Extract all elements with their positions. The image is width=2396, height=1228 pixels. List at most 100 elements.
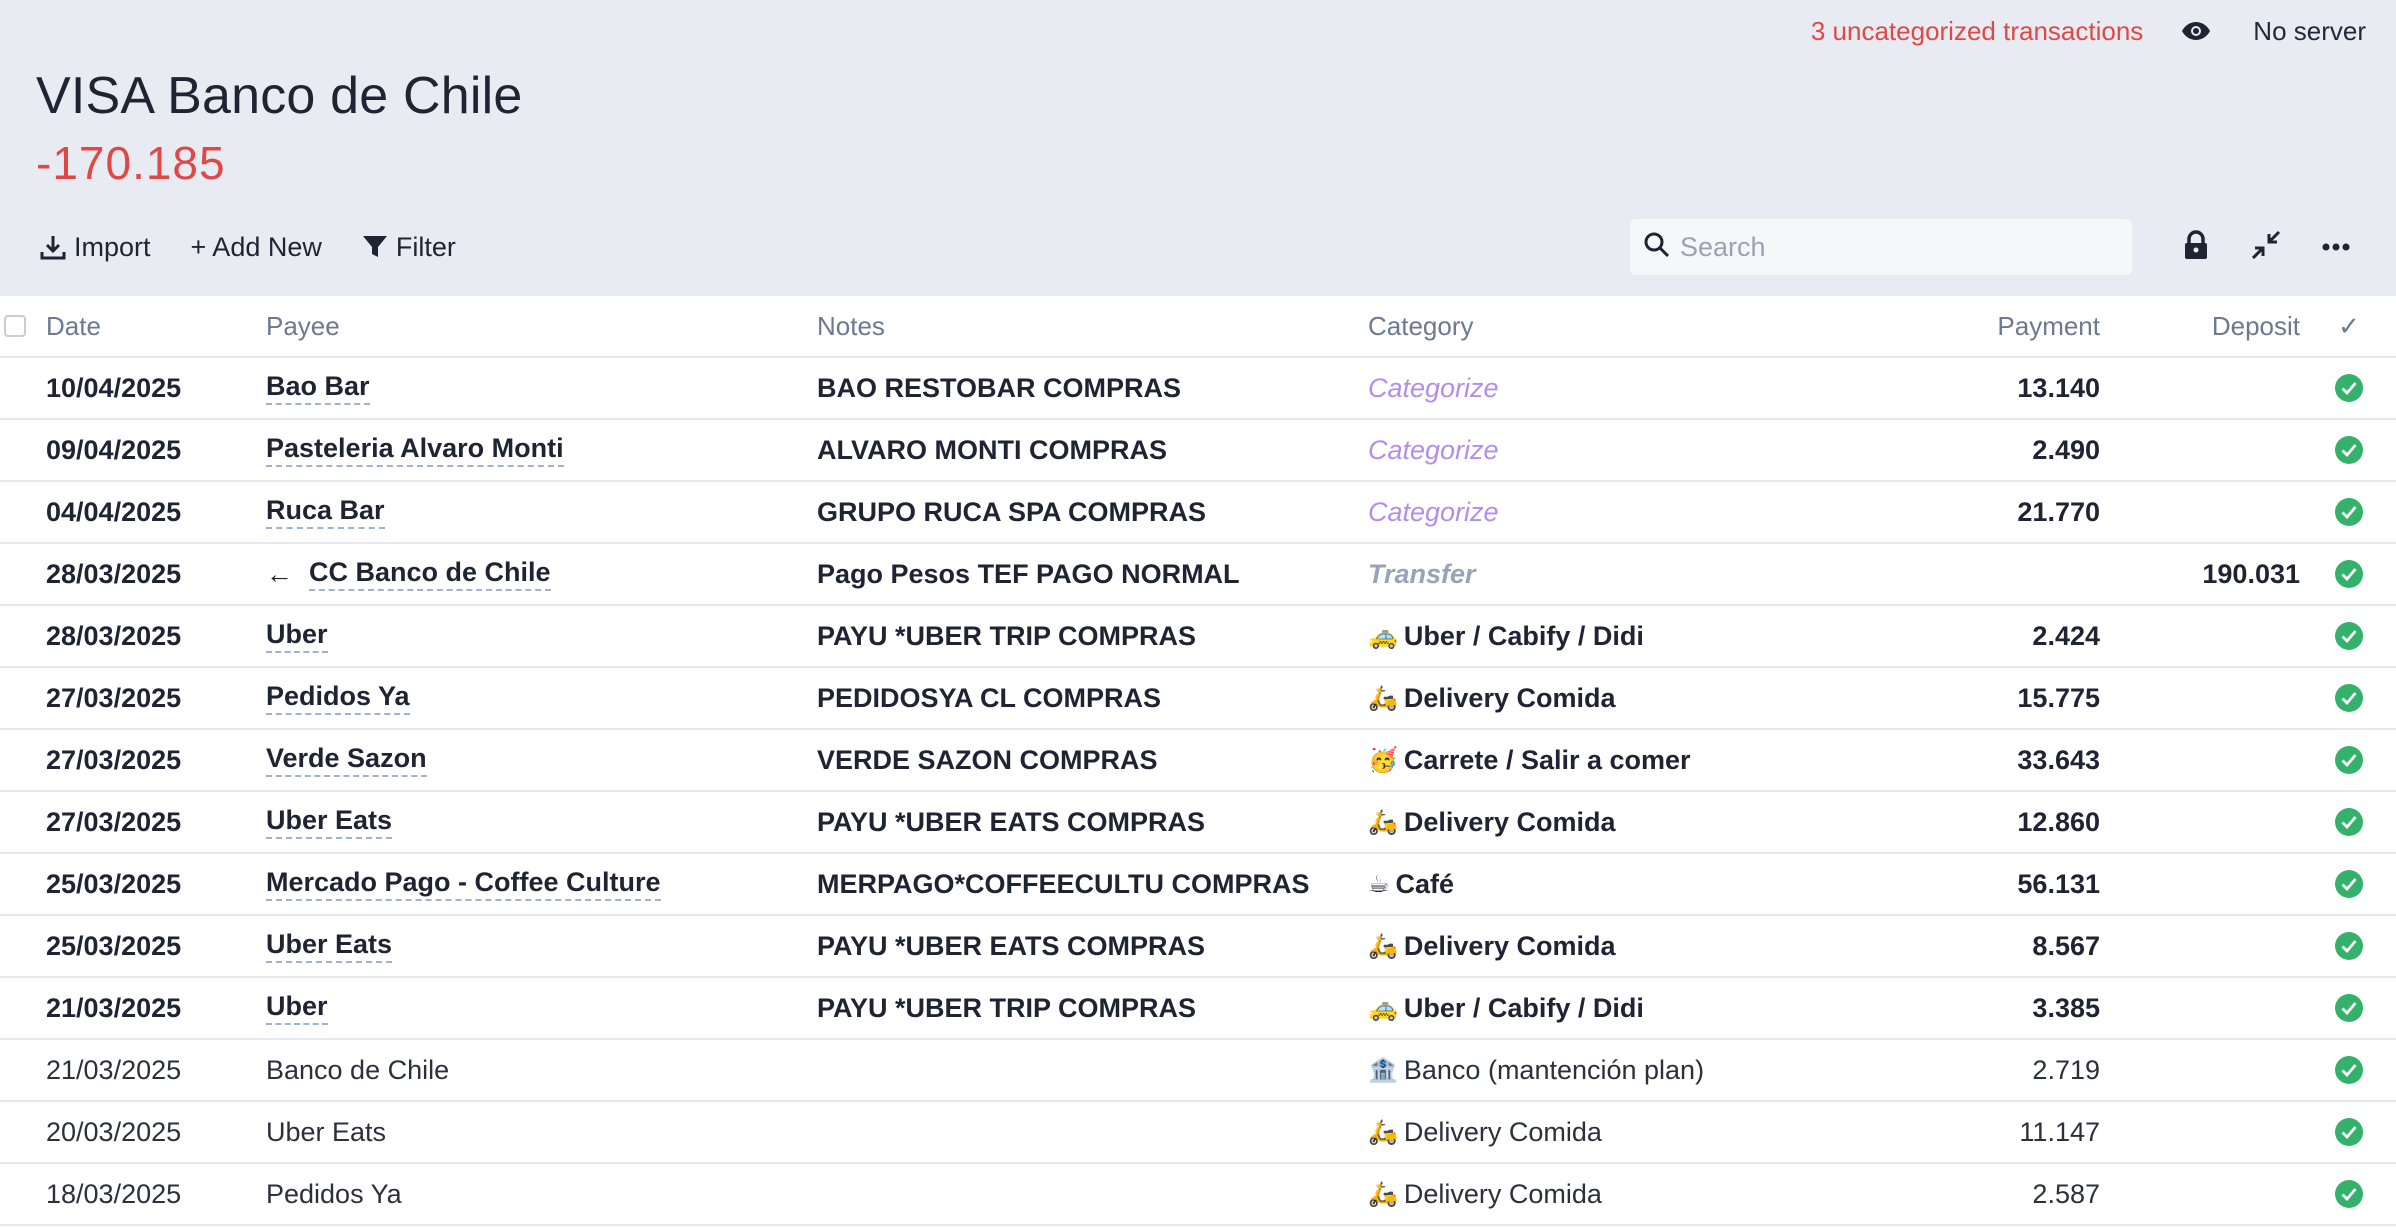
table-row[interactable]: 09/04/2025 Pasteleria Alvaro Monti ALVARO …	[0, 420, 2396, 482]
payee-cell[interactable]: Banco de Chile	[266, 1040, 806, 1100]
cleared-cell[interactable]	[2324, 358, 2374, 418]
payee-cell[interactable]: Uber	[266, 606, 806, 666]
table-row[interactable]: 21/03/2025 Uber PAYU *UBER TRIP COMPRAS 🚕 Ub…	[0, 978, 2396, 1040]
payment-cell[interactable]: 2.719	[1880, 1040, 2100, 1100]
payee-cell[interactable]: Uber Eats	[266, 916, 806, 976]
date-cell[interactable]: 18/03/2025	[46, 1164, 256, 1224]
category-cell[interactable]: Categorize	[1368, 482, 1868, 542]
cleared-cell[interactable]	[2324, 1102, 2374, 1162]
payment-cell[interactable]: 8.567	[1880, 916, 2100, 976]
header-deposit[interactable]: Deposit	[2110, 296, 2300, 356]
filter-button[interactable]: Filter	[362, 232, 456, 263]
header-payment[interactable]: Payment	[1880, 296, 2100, 356]
row-select-cell[interactable]	[4, 1102, 28, 1162]
deposit-cell[interactable]	[2110, 792, 2300, 852]
table-row[interactable]: 27/03/2025 Uber Eats PAYU *UBER EATS COMPR…	[0, 792, 2396, 854]
date-cell[interactable]: 20/03/2025	[46, 1102, 256, 1162]
table-row[interactable]: 21/03/2025 Banco de Chile 🏦 Banco (mantenci…	[0, 1040, 2396, 1102]
notes-cell[interactable]	[817, 1040, 1357, 1100]
category-cell[interactable]: Categorize	[1368, 420, 1868, 480]
notes-cell[interactable]	[817, 1102, 1357, 1162]
payment-cell[interactable]	[1880, 544, 2100, 604]
cleared-check-icon[interactable]	[2335, 374, 2363, 402]
date-cell[interactable]: 27/03/2025	[46, 730, 256, 790]
date-cell[interactable]: 27/03/2025	[46, 668, 256, 728]
category-cell[interactable]: 🛵 Delivery Comida	[1368, 1164, 1868, 1224]
deposit-cell[interactable]	[2110, 854, 2300, 914]
notes-cell[interactable]: BAO RESTOBAR COMPRAS	[817, 358, 1357, 418]
add-new-button[interactable]: + Add New	[191, 232, 322, 263]
payee-cell[interactable]: Uber	[266, 978, 806, 1038]
payment-cell[interactable]: 11.147	[1880, 1102, 2100, 1162]
payee-cell[interactable]: Ruca Bar	[266, 482, 806, 542]
deposit-cell[interactable]	[2110, 482, 2300, 542]
row-select-cell[interactable]	[4, 916, 28, 976]
header-date[interactable]: Date	[46, 296, 256, 356]
date-cell[interactable]: 10/04/2025	[46, 358, 256, 418]
payee-cell[interactable]: Uber Eats	[266, 792, 806, 852]
collapse-button[interactable]	[2236, 219, 2296, 275]
payment-cell[interactable]: 12.860	[1880, 792, 2100, 852]
payee-cell[interactable]: Pedidos Ya	[266, 1164, 806, 1224]
payment-cell[interactable]: 2.490	[1880, 420, 2100, 480]
cleared-cell[interactable]	[2324, 1164, 2374, 1224]
category-cell[interactable]: 🏦 Banco (mantención plan)	[1368, 1040, 1868, 1100]
cleared-cell[interactable]	[2324, 482, 2374, 542]
import-button[interactable]: Import	[40, 232, 151, 263]
table-row[interactable]: 28/03/2025 ← CC Banco de Chile Pago Pesos T…	[0, 544, 2396, 606]
payee-cell[interactable]: Bao Bar	[266, 358, 806, 418]
account-balance[interactable]: -170.185	[36, 136, 523, 190]
cleared-check-icon[interactable]	[2335, 870, 2363, 898]
lock-button[interactable]	[2166, 219, 2226, 275]
notes-cell[interactable]: VERDE SAZON COMPRAS	[817, 730, 1357, 790]
payee-cell[interactable]: Verde Sazon	[266, 730, 806, 790]
cleared-check-icon[interactable]	[2335, 1118, 2363, 1146]
table-row[interactable]: 27/03/2025 Verde Sazon VERDE SAZON COMPRAS…	[0, 730, 2396, 792]
table-row[interactable]: 25/03/2025 Mercado Pago - Coffee Culture M…	[0, 854, 2396, 916]
notes-cell[interactable]: MERPAGO*COFFEECULTU COMPRAS	[817, 854, 1357, 914]
category-cell[interactable]: 🥳 Carrete / Salir a comer	[1368, 730, 1868, 790]
row-select-cell[interactable]	[4, 668, 28, 728]
notes-cell[interactable]	[817, 1164, 1357, 1224]
date-cell[interactable]: 21/03/2025	[46, 1040, 256, 1100]
cleared-cell[interactable]	[2324, 1040, 2374, 1100]
payment-cell[interactable]: 56.131	[1880, 854, 2100, 914]
date-cell[interactable]: 25/03/2025	[46, 916, 256, 976]
cleared-cell[interactable]	[2324, 420, 2374, 480]
deposit-cell[interactable]	[2110, 358, 2300, 418]
payment-cell[interactable]: 13.140	[1880, 358, 2100, 418]
cleared-check-icon[interactable]	[2335, 622, 2363, 650]
cleared-check-icon[interactable]	[2335, 684, 2363, 712]
category-cell[interactable]: Categorize	[1368, 358, 1868, 418]
row-select-cell[interactable]	[4, 358, 28, 418]
notes-cell[interactable]: GRUPO RUCA SPA COMPRAS	[817, 482, 1357, 542]
server-status[interactable]: No server	[2253, 16, 2366, 47]
payee-cell[interactable]: Pedidos Ya	[266, 668, 806, 728]
payee-cell[interactable]: Mercado Pago - Coffee Culture	[266, 854, 806, 914]
cleared-cell[interactable]	[2324, 730, 2374, 790]
cleared-cell[interactable]	[2324, 916, 2374, 976]
row-select-cell[interactable]	[4, 1040, 28, 1100]
date-cell[interactable]: 28/03/2025	[46, 606, 256, 666]
table-row[interactable]: 18/03/2025 Pedidos Ya 🛵 Delivery Comida 2.58…	[0, 1164, 2396, 1226]
deposit-cell[interactable]	[2110, 606, 2300, 666]
cleared-cell[interactable]	[2324, 792, 2374, 852]
deposit-cell[interactable]	[2110, 730, 2300, 790]
deposit-cell[interactable]	[2110, 668, 2300, 728]
header-payee[interactable]: Payee	[266, 296, 806, 356]
notes-cell[interactable]: PAYU *UBER EATS COMPRAS	[817, 916, 1357, 976]
notes-cell[interactable]: PAYU *UBER TRIP COMPRAS	[817, 978, 1357, 1038]
header-notes[interactable]: Notes	[817, 296, 1357, 356]
table-row[interactable]: 10/04/2025 Bao Bar BAO RESTOBAR COMPRAS Cat…	[0, 358, 2396, 420]
table-row[interactable]: 04/04/2025 Ruca Bar GRUPO RUCA SPA COMPRAS…	[0, 482, 2396, 544]
category-cell[interactable]: 🛵 Delivery Comida	[1368, 668, 1868, 728]
uncategorized-transactions-link[interactable]: 3 uncategorized transactions	[1811, 16, 2143, 47]
table-row[interactable]: 20/03/2025 Uber Eats 🛵 Delivery Comida 11.14…	[0, 1102, 2396, 1164]
date-cell[interactable]: 21/03/2025	[46, 978, 256, 1038]
cleared-cell[interactable]	[2324, 854, 2374, 914]
cleared-cell[interactable]	[2324, 544, 2374, 604]
cleared-cell[interactable]	[2324, 978, 2374, 1038]
row-select-cell[interactable]	[4, 792, 28, 852]
cleared-check-icon[interactable]	[2335, 746, 2363, 774]
deposit-cell[interactable]	[2110, 420, 2300, 480]
